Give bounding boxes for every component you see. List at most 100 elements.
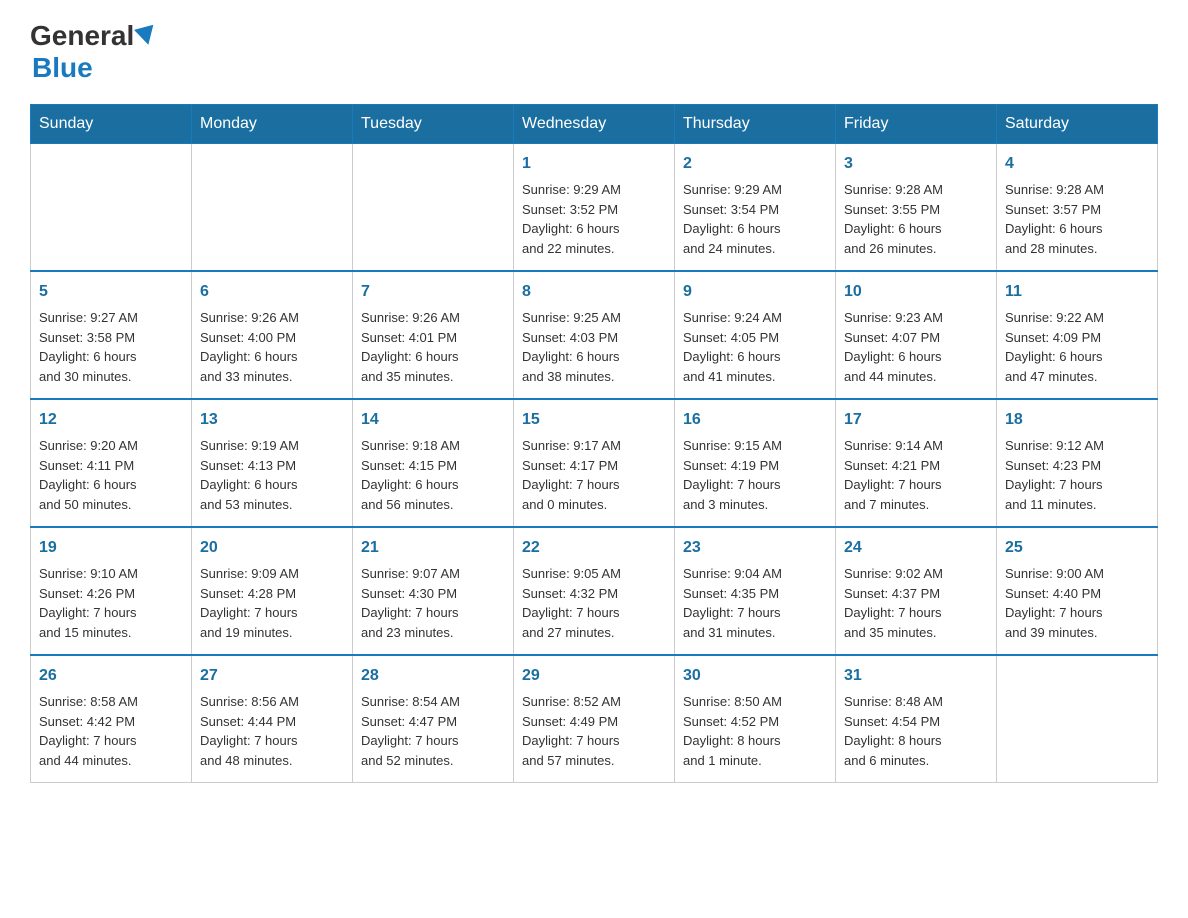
calendar-cell: 18Sunrise: 9:12 AMSunset: 4:23 PMDayligh… [997,399,1158,527]
calendar-cell: 10Sunrise: 9:23 AMSunset: 4:07 PMDayligh… [836,271,997,399]
day-number: 29 [522,664,666,688]
day-info: Sunset: 4:11 PM [39,456,183,476]
day-info: and 19 minutes. [200,623,344,643]
day-info: Daylight: 6 hours [361,347,505,367]
day-number: 23 [683,536,827,560]
day-info: Daylight: 7 hours [683,603,827,623]
day-info: Sunset: 4:21 PM [844,456,988,476]
day-info: Daylight: 7 hours [39,731,183,751]
calendar-cell: 8Sunrise: 9:25 AMSunset: 4:03 PMDaylight… [514,271,675,399]
day-info: and 27 minutes. [522,623,666,643]
calendar-cell: 26Sunrise: 8:58 AMSunset: 4:42 PMDayligh… [31,655,192,783]
day-info: and 7 minutes. [844,495,988,515]
day-info: Sunset: 4:32 PM [522,584,666,604]
day-info: Sunrise: 9:25 AM [522,308,666,328]
day-number: 1 [522,152,666,176]
day-info: Sunrise: 8:50 AM [683,692,827,712]
day-info: Sunset: 4:47 PM [361,712,505,732]
day-info: Sunset: 4:03 PM [522,328,666,348]
day-info: Daylight: 6 hours [39,347,183,367]
calendar-header: SundayMondayTuesdayWednesdayThursdayFrid… [31,105,1158,144]
day-number: 16 [683,408,827,432]
day-info: and 57 minutes. [522,751,666,771]
day-info: Sunset: 4:28 PM [200,584,344,604]
day-info: and 31 minutes. [683,623,827,643]
day-number: 17 [844,408,988,432]
day-number: 15 [522,408,666,432]
day-info: Sunrise: 9:28 AM [1005,180,1149,200]
day-info: Daylight: 6 hours [522,219,666,239]
day-info: Sunrise: 9:19 AM [200,436,344,456]
day-number: 28 [361,664,505,688]
calendar-cell: 19Sunrise: 9:10 AMSunset: 4:26 PMDayligh… [31,527,192,655]
page-header: GeneralBlue [30,20,1158,84]
day-info: and 28 minutes. [1005,239,1149,259]
day-info: Sunrise: 9:22 AM [1005,308,1149,328]
day-info: and 50 minutes. [39,495,183,515]
day-info: and 38 minutes. [522,367,666,387]
calendar-cell [353,144,514,272]
day-info: and 44 minutes. [39,751,183,771]
logo-triangle-icon [134,25,158,48]
day-info: Daylight: 7 hours [361,731,505,751]
day-info: Sunset: 4:15 PM [361,456,505,476]
calendar-cell: 2Sunrise: 9:29 AMSunset: 3:54 PMDaylight… [675,144,836,272]
logo-blue: Blue [30,52,158,84]
day-number: 31 [844,664,988,688]
day-info: Sunset: 4:26 PM [39,584,183,604]
day-info: Sunrise: 9:28 AM [844,180,988,200]
day-number: 25 [1005,536,1149,560]
calendar-cell: 31Sunrise: 8:48 AMSunset: 4:54 PMDayligh… [836,655,997,783]
day-info: Sunset: 3:58 PM [39,328,183,348]
day-info: and 15 minutes. [39,623,183,643]
calendar-cell: 24Sunrise: 9:02 AMSunset: 4:37 PMDayligh… [836,527,997,655]
day-info: Sunrise: 9:09 AM [200,564,344,584]
day-info: Sunset: 4:09 PM [1005,328,1149,348]
day-info: Sunset: 3:55 PM [844,200,988,220]
day-info: and 56 minutes. [361,495,505,515]
day-info: Sunset: 4:19 PM [683,456,827,476]
day-info: Daylight: 6 hours [1005,219,1149,239]
day-number: 26 [39,664,183,688]
day-info: Sunset: 4:07 PM [844,328,988,348]
calendar-cell: 6Sunrise: 9:26 AMSunset: 4:00 PMDaylight… [192,271,353,399]
day-info: Daylight: 6 hours [200,475,344,495]
calendar-cell: 21Sunrise: 9:07 AMSunset: 4:30 PMDayligh… [353,527,514,655]
day-info: Sunset: 3:54 PM [683,200,827,220]
calendar-cell: 4Sunrise: 9:28 AMSunset: 3:57 PMDaylight… [997,144,1158,272]
calendar-cell: 14Sunrise: 9:18 AMSunset: 4:15 PMDayligh… [353,399,514,527]
day-info: Sunset: 4:17 PM [522,456,666,476]
day-info: Sunrise: 8:56 AM [200,692,344,712]
calendar-cell: 27Sunrise: 8:56 AMSunset: 4:44 PMDayligh… [192,655,353,783]
calendar-cell: 23Sunrise: 9:04 AMSunset: 4:35 PMDayligh… [675,527,836,655]
day-info: and 35 minutes. [361,367,505,387]
day-info: Sunset: 4:44 PM [200,712,344,732]
day-info: and 30 minutes. [39,367,183,387]
day-info: Sunrise: 9:26 AM [200,308,344,328]
day-info: Sunrise: 8:58 AM [39,692,183,712]
day-info: Daylight: 8 hours [683,731,827,751]
day-info: Daylight: 8 hours [844,731,988,751]
calendar-cell: 3Sunrise: 9:28 AMSunset: 3:55 PMDaylight… [836,144,997,272]
day-info: Sunset: 4:35 PM [683,584,827,604]
day-info: Daylight: 7 hours [200,603,344,623]
day-info: Sunset: 4:05 PM [683,328,827,348]
day-info: Daylight: 6 hours [683,347,827,367]
weekday-header-row: SundayMondayTuesdayWednesdayThursdayFrid… [31,105,1158,144]
day-info: Sunset: 4:30 PM [361,584,505,604]
day-info: Sunrise: 9:26 AM [361,308,505,328]
logo-general: General [30,20,134,52]
calendar-body: 1Sunrise: 9:29 AMSunset: 3:52 PMDaylight… [31,144,1158,783]
day-number: 18 [1005,408,1149,432]
calendar-cell: 17Sunrise: 9:14 AMSunset: 4:21 PMDayligh… [836,399,997,527]
day-info: Sunrise: 9:18 AM [361,436,505,456]
day-info: Daylight: 6 hours [361,475,505,495]
day-info: Daylight: 7 hours [522,475,666,495]
day-info: Sunrise: 9:17 AM [522,436,666,456]
day-info: Sunrise: 9:05 AM [522,564,666,584]
day-info: Sunrise: 9:24 AM [683,308,827,328]
day-number: 11 [1005,280,1149,304]
day-info: Sunset: 4:00 PM [200,328,344,348]
calendar-cell [31,144,192,272]
day-info: Sunset: 4:23 PM [1005,456,1149,476]
